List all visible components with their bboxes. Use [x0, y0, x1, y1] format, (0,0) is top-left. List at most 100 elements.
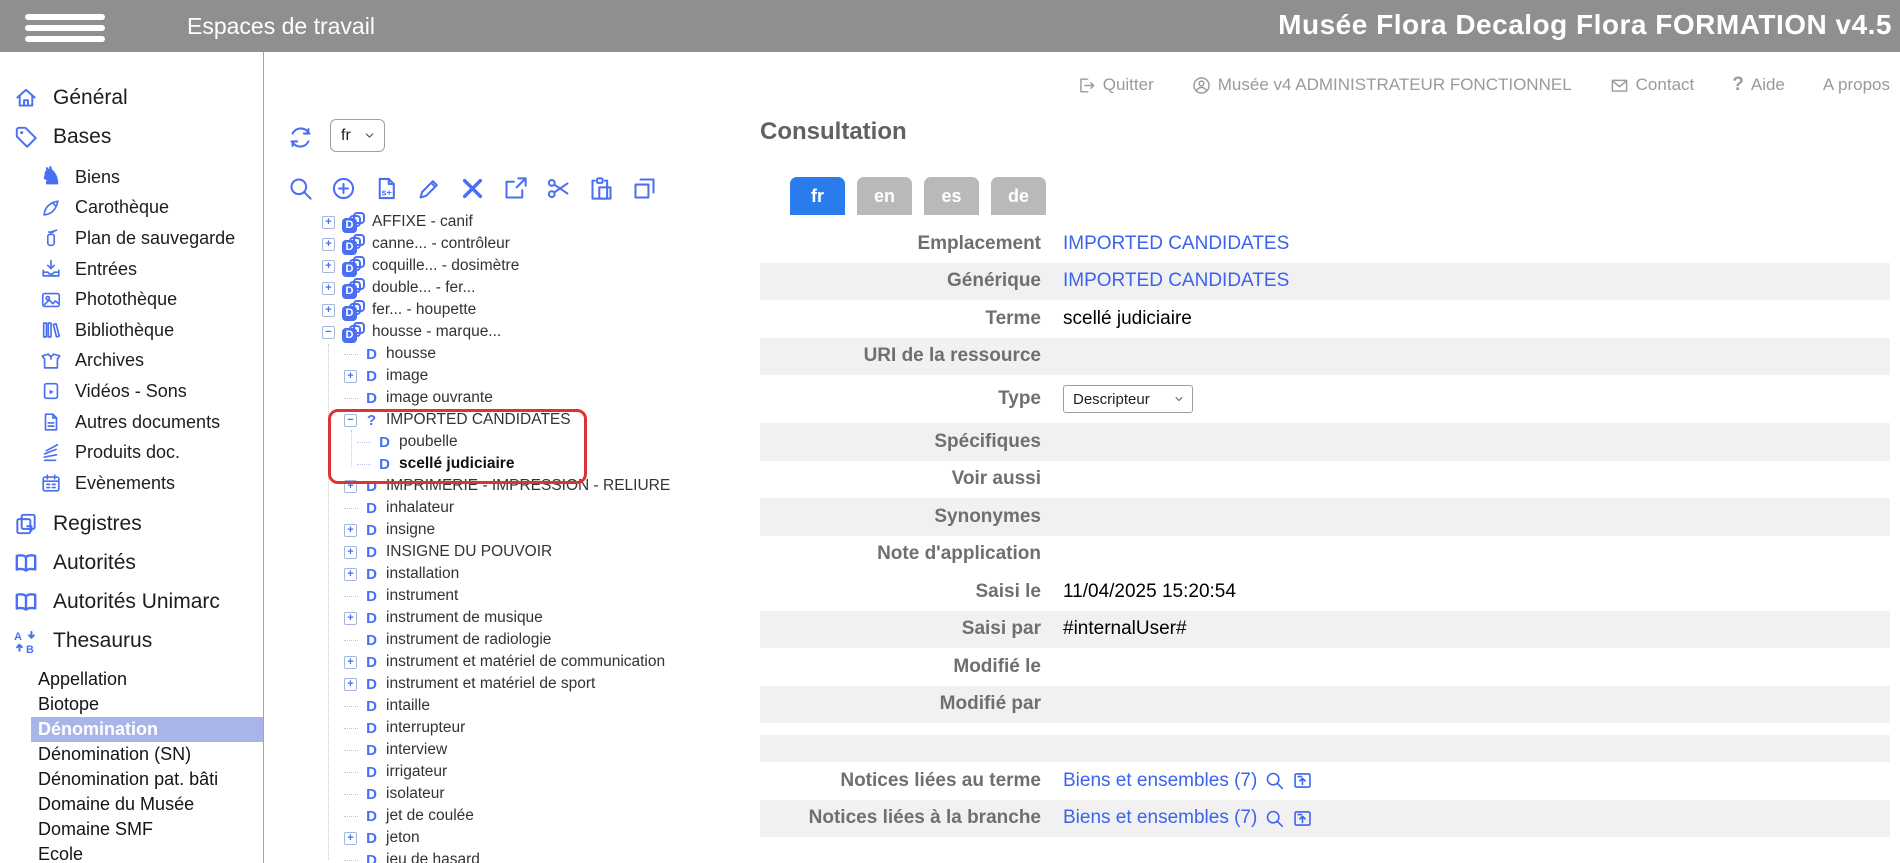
collapse-icon[interactable]: −	[344, 414, 357, 427]
expand-icon[interactable]: +	[322, 216, 335, 229]
sidebar-item-autorites-unimarc[interactable]: Autorités Unimarc	[0, 583, 263, 622]
sidebar-item-bibliotheque[interactable]: Bibliothèque	[0, 315, 263, 346]
sidebar-item-bases[interactable]: Bases	[0, 117, 263, 156]
tree-node-irrigateur[interactable]: Dirrigateur	[265, 761, 760, 783]
expand-icon[interactable]: +	[344, 546, 357, 559]
paste-icon[interactable]	[588, 175, 615, 202]
tree-node-instrument-et-materiel-de-sport[interactable]: +Dinstrument et matériel de sport	[265, 673, 760, 695]
header-link-contact[interactable]: Contact	[1610, 75, 1695, 95]
delete-icon[interactable]	[459, 175, 486, 202]
tree-node-installation[interactable]: +Dinstallation	[265, 563, 760, 585]
tree-node-insigne-du-pouvoir[interactable]: +DINSIGNE DU POUVOIR	[265, 541, 760, 563]
duplicate-icon[interactable]	[631, 175, 658, 202]
expand-icon[interactable]: +	[322, 238, 335, 251]
open-external-icon[interactable]	[502, 175, 529, 202]
sidebar-item-general[interactable]: Général	[0, 78, 263, 117]
tree-node-housse-marque[interactable]: −Dhousse - marque...	[265, 321, 760, 343]
thesaurus-item-denomination-pat-bati[interactable]: Dénomination pat. bâti	[31, 767, 264, 792]
tree-node-coquille-dosimetre[interactable]: +Dcoquille... - dosimètre	[265, 255, 760, 277]
expand-icon[interactable]: +	[344, 678, 357, 691]
tree-language-select[interactable]: fr	[330, 119, 385, 152]
field-value-link[interactable]: IMPORTED CANDIDATES	[1063, 270, 1289, 292]
expand-icon[interactable]: +	[322, 282, 335, 295]
window-up-icon[interactable]	[1292, 808, 1313, 829]
tree-node-image-ouvrante[interactable]: Dimage ouvrante	[265, 387, 760, 409]
collapse-icon[interactable]: −	[322, 326, 335, 339]
tab-es[interactable]: es	[924, 177, 979, 215]
sidebar-item-videos-sons[interactable]: Vidéos - Sons	[0, 376, 263, 407]
sidebar-item-autorites[interactable]: Autorités	[0, 544, 263, 583]
expand-icon[interactable]: +	[344, 524, 357, 537]
tab-fr[interactable]: fr	[790, 177, 845, 215]
sidebar-item-entrees[interactable]: Entrées	[0, 254, 263, 285]
sidebar-item-biens[interactable]: ♞Biens	[0, 162, 263, 193]
thesaurus-item-appellation[interactable]: Appellation	[31, 667, 264, 692]
type-select[interactable]: Descripteur	[1063, 385, 1193, 413]
sidebar-item-thesaurus[interactable]: ABThesaurus	[0, 622, 263, 661]
expand-icon[interactable]: +	[344, 832, 357, 845]
tab-de[interactable]: de	[991, 177, 1046, 215]
tree-node-scelle-judiciaire[interactable]: Dscellé judiciaire	[265, 453, 760, 475]
header-link-aide[interactable]: ?Aide	[1732, 74, 1785, 96]
sidebar-item-produits-doc[interactable]: Produits doc.	[0, 437, 263, 468]
thesaurus-item-denomination[interactable]: Dénomination	[31, 717, 264, 742]
tree-node-double-fer[interactable]: +Ddouble... - fer...	[265, 277, 760, 299]
tree-node-jeu-de-hasard[interactable]: Djeu de hasard	[265, 849, 760, 863]
tree-node-poubelle[interactable]: Dpoubelle	[265, 431, 760, 453]
tree-node-instrument-de-radiologie[interactable]: Dinstrument de radiologie	[265, 629, 760, 651]
search-icon[interactable]	[1264, 770, 1285, 791]
tree-node-image[interactable]: +Dimage	[265, 365, 760, 387]
sidebar-item-phototheque[interactable]: Photothèque	[0, 284, 263, 315]
sidebar-item-plan-de-sauvegarde[interactable]: Plan de sauvegarde	[0, 223, 263, 254]
sidebar-item-evenements[interactable]: Evènements	[0, 468, 263, 499]
window-up-icon[interactable]	[1292, 770, 1313, 791]
header-link-a-propos[interactable]: A propos	[1823, 75, 1890, 95]
search-icon[interactable]	[1264, 808, 1285, 829]
thesaurus-item-domaine-smf[interactable]: Domaine SMF	[31, 817, 264, 842]
tree-node-inhalateur[interactable]: Dinhalateur	[265, 497, 760, 519]
notices-link[interactable]: Biens et ensembles (7)	[1063, 807, 1257, 829]
refresh-icon[interactable]	[287, 124, 314, 151]
field-value-link[interactable]: IMPORTED CANDIDATES	[1063, 233, 1289, 255]
tree-node-interrupteur[interactable]: Dinterrupteur	[265, 717, 760, 739]
tree-node-interview[interactable]: Dinterview	[265, 739, 760, 761]
sidebar-item-autres-documents[interactable]: Autres documents	[0, 407, 263, 438]
hamburger-menu-icon[interactable]	[25, 14, 105, 47]
tree-node-jet-de-coulee[interactable]: Djet de coulée	[265, 805, 760, 827]
sidebar-item-registres[interactable]: Registres	[0, 505, 263, 544]
tree-node-instrument-de-musique[interactable]: +Dinstrument de musique	[265, 607, 760, 629]
tree-node-canne-controleur[interactable]: +Dcanne... - contrôleur	[265, 233, 760, 255]
tree-node-instrument[interactable]: Dinstrument	[265, 585, 760, 607]
expand-icon[interactable]: +	[344, 656, 357, 669]
search-icon[interactable]	[287, 175, 314, 202]
expand-icon[interactable]: +	[344, 612, 357, 625]
tree-node-insigne[interactable]: +Dinsigne	[265, 519, 760, 541]
header-link-musee-v4-administrateur-fonctionnel[interactable]: Musée v4 ADMINISTRATEUR FONCTIONNEL	[1192, 75, 1572, 95]
sidebar-item-carotheque[interactable]: Carothèque	[0, 193, 263, 224]
expand-icon[interactable]: +	[344, 568, 357, 581]
tree-node-isolateur[interactable]: Disolateur	[265, 783, 760, 805]
expand-icon[interactable]: +	[344, 480, 357, 493]
header-link-quitter[interactable]: Quitter	[1077, 75, 1154, 95]
expand-icon[interactable]: +	[344, 370, 357, 383]
expand-icon[interactable]: +	[322, 260, 335, 273]
sidebar-item-archives[interactable]: Archives	[0, 346, 263, 377]
tab-en[interactable]: en	[857, 177, 912, 215]
file-add-icon[interactable]: s+	[373, 175, 400, 202]
tree-node-imported-candidates[interactable]: −?IMPORTED CANDIDATES	[265, 409, 760, 431]
tree-node-imprimerie-impression-reliure[interactable]: +DIMPRIMERIE - IMPRESSION - RELIURE	[265, 475, 760, 497]
tree-node-instrument-et-materiel-de-communication[interactable]: +Dinstrument et matériel de communicatio…	[265, 651, 760, 673]
add-circle-icon[interactable]	[330, 175, 357, 202]
thesaurus-item-denomination-sn[interactable]: Dénomination (SN)	[31, 742, 264, 767]
cut-icon[interactable]	[545, 175, 572, 202]
notices-link[interactable]: Biens et ensembles (7)	[1063, 770, 1257, 792]
thesaurus-item-domaine-du-musee[interactable]: Domaine du Musée	[31, 792, 264, 817]
tree-node-intaille[interactable]: Dintaille	[265, 695, 760, 717]
tree-node-fer-houpette[interactable]: +Dfer... - houpette	[265, 299, 760, 321]
expand-icon[interactable]: +	[322, 304, 335, 317]
thesaurus-item-biotope[interactable]: Biotope	[31, 692, 264, 717]
tree-node-affixe-canif[interactable]: +DAFFIXE - canif	[265, 211, 760, 233]
tree-node-housse[interactable]: Dhousse	[265, 343, 760, 365]
tree-node-jeton[interactable]: +Djeton	[265, 827, 760, 849]
edit-icon[interactable]	[416, 175, 443, 202]
